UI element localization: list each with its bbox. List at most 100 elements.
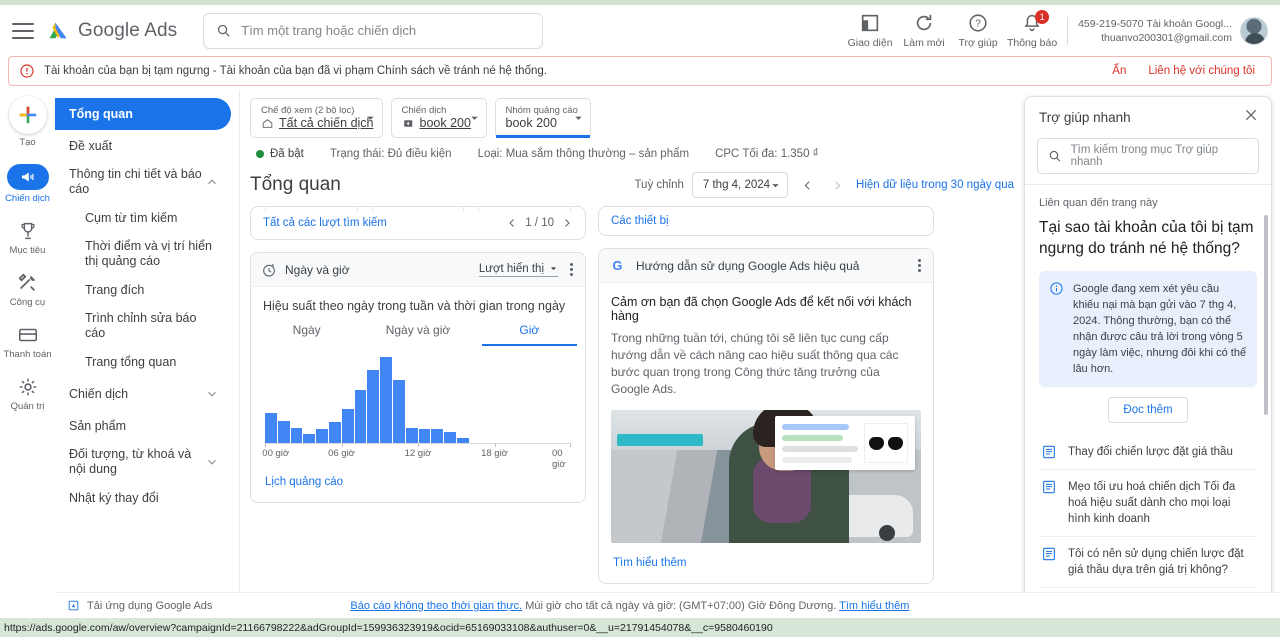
rail-label-billing: Thanh toán <box>3 349 52 360</box>
chart-bar[interactable] <box>277 420 290 443</box>
tick-label: 12 giờ <box>404 448 432 459</box>
next-period-button[interactable] <box>826 174 848 196</box>
help-button[interactable]: ? Trợ giúp <box>951 12 1005 49</box>
account-info[interactable]: 459-219-5070 Tài khoản Googl... thuanvo2… <box>1078 17 1232 45</box>
chart-bar[interactable] <box>405 427 418 443</box>
notifications-button[interactable]: 1 Thông báo <box>1005 10 1059 49</box>
chart-bar[interactable] <box>456 437 469 443</box>
chevron-down-icon <box>550 267 557 270</box>
hourly-bar-chart[interactable] <box>265 352 571 444</box>
rail-item-create[interactable]: Tạo <box>0 96 55 148</box>
chart-bar[interactable] <box>265 412 277 443</box>
chart-bar[interactable] <box>418 428 431 443</box>
nav-item-tong-quan[interactable]: Tổng quan <box>55 98 231 130</box>
nav-item-trinh-chinh-sua-bao-cao[interactable]: Trình chỉnh sửa báo cáo <box>55 306 231 346</box>
chart-bar[interactable] <box>290 427 303 443</box>
help-question-title: Tại sao tài khoản của tôi bị tạm ngưng d… <box>1039 219 1254 257</box>
account-suspended-alert: Tài khoản của bạn bị tạm ngưng - Tài kho… <box>8 56 1272 86</box>
nav-label: Cụm từ tìm kiếm <box>85 210 178 225</box>
refresh-icon <box>916 14 932 31</box>
rail-item-campaigns[interactable]: Chiến dịch <box>0 164 55 204</box>
devices-link[interactable]: Các thiết bị <box>611 215 669 227</box>
nav-item-cum-tu-tim-kiem[interactable]: Cụm từ tìm kiếm <box>55 202 231 234</box>
appearance-button[interactable]: Giao diện <box>843 12 897 49</box>
filter-campaign-selector[interactable]: Chiến dịch book 200 <box>390 98 487 138</box>
metric-selector[interactable]: Lượt hiển thị <box>478 263 558 277</box>
chart-bar[interactable] <box>316 428 328 443</box>
close-icon[interactable] <box>1243 107 1259 128</box>
alert-contact-button[interactable]: Liên hệ với chúng tôi <box>1148 65 1255 77</box>
rail-item-billing[interactable]: Thanh toán <box>0 324 55 360</box>
global-search-input[interactable]: Tìm một trang hoặc chiến dịch <box>203 12 544 49</box>
rail-item-goals[interactable]: Mục tiêu <box>0 220 55 256</box>
searches-chip[interactable] <box>371 207 465 211</box>
chart-bar[interactable] <box>380 357 392 443</box>
ad-schedule-link[interactable]: Lịch quảng cáo <box>265 476 343 488</box>
nav-item-de-xuat[interactable]: Đề xuất <box>55 130 231 162</box>
alert-hide-button[interactable]: Ẩn <box>1112 65 1126 77</box>
google-ads-logo[interactable]: Google Ads <box>46 19 177 43</box>
nav-item-trang-tong-quan[interactable]: Trang tổng quan <box>55 346 231 378</box>
refresh-button[interactable]: Làm mới <box>897 12 951 49</box>
nav-item-trang-dich[interactable]: Trang đích <box>55 274 231 306</box>
avatar[interactable] <box>1240 16 1268 45</box>
list-item[interactable]: Mẹo tối ưu hoá chiến dịch Tối đa hoá hiệ… <box>1039 470 1257 537</box>
chevron-left-icon[interactable] <box>506 217 518 229</box>
chart-bar[interactable] <box>367 370 380 443</box>
chart-bar[interactable] <box>341 408 354 443</box>
chart-bar[interactable] <box>354 390 367 443</box>
menu-hamburger-icon[interactable] <box>12 22 34 39</box>
timezone-text: Múi giờ cho tất cả ngày và giờ: (GMT+07:… <box>525 599 837 612</box>
nav-item-san-pham[interactable]: Sản phẩm <box>55 410 231 442</box>
nav-label: Thời điểm và vị trí hiển thị quảng cáo <box>85 239 212 268</box>
rail-item-admin[interactable]: Quản trị <box>0 376 55 412</box>
nav-item-thong-tin-chi-tiet[interactable]: Thông tin chi tiết và báo cáo <box>55 162 231 202</box>
searches-chip[interactable] <box>265 207 358 211</box>
tab-ngay-va-gio[interactable]: Ngày và giờ <box>362 323 473 346</box>
prev-period-button[interactable] <box>796 174 818 196</box>
footer-learn-more-link[interactable]: Tìm hiểu thêm <box>839 600 909 612</box>
searches-chip[interactable] <box>478 207 572 211</box>
chart-card-menu-button[interactable] <box>568 261 575 278</box>
chart-bar[interactable] <box>444 431 456 443</box>
last-30-days-link[interactable]: Hiện dữ liệu trong 30 ngày qua <box>856 179 1014 191</box>
clock-icon <box>263 263 275 277</box>
searches-card: Tất cả các lượt tìm kiếm 1 / 10 <box>250 206 586 240</box>
tab-gio[interactable]: Giờ <box>474 323 585 346</box>
help-info-box: Google đang xem xét yêu cầu khiếu nại mà… <box>1039 271 1257 387</box>
tab-ngay[interactable]: Ngày <box>251 323 362 346</box>
promo-learn-more-link[interactable]: Tìm hiểu thêm <box>613 557 687 569</box>
chevron-right-icon[interactable] <box>561 217 573 229</box>
filter-adgroup-selector[interactable]: Nhóm quảng cáo book 200 <box>494 98 591 138</box>
google-ads-app-link[interactable]: Tải ứng dụng Google Ads <box>67 599 212 612</box>
nav-item-nhat-ky-thay-doi[interactable]: Nhật ký thay đổi <box>55 482 231 514</box>
filter-view-selector[interactable]: Chế độ xem (2 bộ lọc) Tất cả chiến dịch <box>250 98 383 138</box>
promo-heading: Cảm ơn bạn đã chọn Google Ads để kết nối… <box>611 295 912 323</box>
rail-item-tools[interactable]: Công cụ <box>0 272 55 308</box>
promo-text: Trong những tuần tới, chúng tôi sẽ liên … <box>611 331 899 396</box>
list-item[interactable]: Tôi có nên sử dụng chiến lược đặt giá th… <box>1039 537 1257 588</box>
date-range-selector[interactable]: 7 thg 4, 2024 <box>691 172 789 198</box>
read-more-button[interactable]: Đọc thêm <box>1108 397 1188 423</box>
nav-item-chien-dich[interactable]: Chiến dịch <box>55 378 231 410</box>
chart-bar[interactable] <box>303 433 316 443</box>
realtime-report-link[interactable]: Báo cáo không theo thời gian thực. <box>350 600 522 612</box>
divider <box>1067 16 1069 45</box>
tab-label: Ngày và giờ <box>385 323 451 337</box>
chart-bar[interactable] <box>431 428 444 443</box>
searches-page-count: 1 / 10 <box>525 217 554 229</box>
chart-bar[interactable] <box>328 421 341 443</box>
all-searches-link[interactable]: Tất cả các lượt tìm kiếm <box>263 217 387 229</box>
info-icon <box>1050 282 1063 295</box>
help-search-input[interactable]: Tìm kiếm trong mục Trợ giúp nhanh <box>1037 138 1259 174</box>
filter-caption: Chiến dịch <box>401 105 447 116</box>
nav-item-thoi-diem-vi-tri[interactable]: Thời điểm và vị trí hiển thị quảng cáo <box>55 234 231 274</box>
timezone-note: Báo cáo không theo thời gian thực. Múi g… <box>350 600 909 612</box>
chart-bar[interactable] <box>392 380 405 443</box>
nav-item-doi-tuong-tu-khoa[interactable]: Đối tượng, từ khoá và nội dung <box>55 442 231 482</box>
tick-mark <box>494 443 496 447</box>
list-item[interactable]: Thay đổi chiến lược đặt giá thầu <box>1039 435 1257 470</box>
page-title: Tổng quan <box>250 174 341 195</box>
promo-card-menu-button[interactable] <box>916 257 923 274</box>
help-scrollbar[interactable] <box>1264 215 1268 415</box>
